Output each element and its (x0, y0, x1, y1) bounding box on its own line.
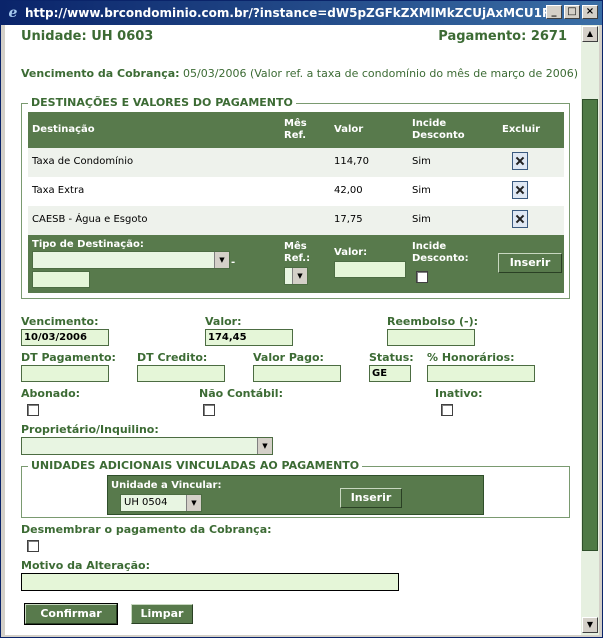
inativo-label: Inativo: (435, 387, 483, 400)
pagamento-title: Pagamento: 2671 (438, 29, 567, 44)
title-bar[interactable]: e http://www.brcondominio.com.br/?instan… (1, 1, 602, 25)
row-destinacao: Taxa de Condomínio (32, 156, 134, 167)
nao-contabil-checkbox[interactable] (203, 404, 215, 416)
incide-desconto-label: Incide Desconto: (412, 241, 469, 264)
dt-credito-label: DT Credito: (137, 351, 208, 364)
col-destinacao: Destinação (32, 124, 95, 135)
tipo-destinacao-label: Tipo de Destinação: (32, 239, 144, 250)
browser-icon: e (8, 5, 18, 21)
motivo-label: Motivo da Alteração: (21, 559, 150, 572)
table-row: Taxa de Condomínio 114,70 Sim (28, 148, 564, 177)
unidades-fieldset: UNIDADES ADICIONAIS VINCULADAS AO PAGAME… (21, 459, 570, 518)
dt-pagamento-label: DT Pagamento: (21, 351, 116, 364)
vincular-label: Unidade a Vincular: (111, 480, 222, 491)
col-valor: Valor (334, 124, 364, 135)
cobranca-text: 05/03/2006 (Valor ref. a taxa de condomí… (183, 67, 579, 80)
vincular-select[interactable]: UH 0504 ▼ (120, 494, 202, 512)
cobranca-info: Vencimento da Cobrança: 05/03/2006 (Valo… (21, 67, 578, 80)
mes-ref-label: Mês Ref.: (284, 241, 311, 264)
row-valor: 42,00 (334, 185, 363, 196)
vincular-box: Unidade a Vincular: UH 0504 ▼ Inserir (107, 475, 484, 515)
destinacoes-legend: DESTINAÇÕES E VALORES DO PAGAMENTO (28, 96, 296, 109)
row-incide: Sim (412, 214, 431, 225)
row-incide: Sim (412, 156, 431, 167)
row-valor: 17,75 (334, 214, 363, 225)
page-content: Unidade: UH 0603 Pagamento: 2671 Vencime… (5, 25, 581, 635)
delete-icon[interactable] (512, 210, 528, 228)
add-destinacao-bar: Tipo de Destinação: ▼ - Mês Ref.: ▼ Valo… (28, 235, 564, 293)
vertical-scrollbar[interactable]: ▲ ▼ (581, 25, 599, 635)
cobranca-label: Vencimento da Cobrança: (21, 67, 180, 80)
inativo-checkbox[interactable] (441, 404, 453, 416)
proprietario-label: Proprietário/Inquilino: (21, 423, 159, 436)
status-input[interactable]: GE (369, 365, 411, 382)
col-excluir: Excluir (502, 124, 541, 135)
vencimento-input[interactable]: 10/03/2006 (21, 329, 109, 346)
confirmar-button[interactable]: Confirmar (24, 603, 118, 625)
delete-icon[interactable] (512, 152, 528, 170)
table-header: Destinação Mês Ref. Valor Incide Descont… (28, 112, 564, 148)
valor-pago-input[interactable] (253, 365, 341, 382)
motivo-input[interactable] (21, 573, 399, 591)
col-mes-ref: Mês Ref. (284, 118, 307, 141)
status-label: Status: (369, 351, 414, 364)
minimize-button[interactable]: _ (546, 5, 562, 19)
tipo-destinacao-code-input[interactable] (32, 271, 90, 288)
inserir-destinacao-button[interactable]: Inserir (498, 253, 562, 273)
valor-total-label: Valor: (205, 315, 242, 328)
vincular-value: UH 0504 (124, 497, 168, 508)
desmembrar-label: Desmembrar o pagamento da Cobrança: (21, 523, 272, 536)
incide-desconto-checkbox[interactable] (416, 271, 428, 283)
abonado-label: Abonado: (21, 387, 81, 400)
reembolso-label: Reembolso (-): (387, 315, 479, 328)
valor-label: Valor: (334, 247, 368, 258)
honorarios-label: % Honorários: (427, 351, 515, 364)
chevron-down-icon: ▼ (214, 252, 229, 268)
proprietario-select[interactable]: ▼ (21, 437, 273, 455)
row-valor: 114,70 (334, 156, 369, 167)
nao-contabil-label: Não Contábil: (199, 387, 283, 400)
abonado-checkbox[interactable] (27, 404, 39, 416)
destinacoes-table: Destinação Mês Ref. Valor Incide Descont… (28, 112, 564, 293)
close-button[interactable]: × (582, 5, 598, 19)
unidade-title: Unidade: UH 0603 (21, 29, 154, 44)
destinacoes-fieldset: DESTINAÇÕES E VALORES DO PAGAMENTO Desti… (21, 96, 570, 299)
chevron-down-icon: ▼ (186, 495, 201, 511)
scroll-down-icon[interactable]: ▼ (582, 617, 598, 633)
dt-credito-input[interactable] (137, 365, 225, 382)
chevron-down-icon: ▼ (257, 438, 272, 454)
row-destinacao: Taxa Extra (32, 185, 85, 196)
dt-pagamento-input[interactable] (21, 365, 109, 382)
desmembrar-checkbox[interactable] (27, 540, 39, 552)
maximize-button[interactable]: □ (564, 5, 580, 19)
chevron-down-icon: ▼ (292, 268, 307, 284)
window-title: http://www.brcondominio.com.br/?instance… (25, 6, 555, 20)
honorarios-input[interactable] (427, 365, 535, 382)
table-row: CAESB - Água e Esgoto 17,75 Sim (28, 206, 564, 235)
col-incide: Incide Desconto (412, 118, 465, 141)
table-row: Taxa Extra 42,00 Sim (28, 177, 564, 206)
valor-total-input[interactable]: 174,45 (205, 329, 293, 346)
tipo-destinacao-select[interactable]: ▼ (32, 251, 230, 269)
dash-separator: - (231, 257, 236, 268)
row-incide: Sim (412, 185, 431, 196)
vencimento-label: Vencimento: (21, 315, 99, 328)
popup-window: e http://www.brcondominio.com.br/?instan… (0, 0, 603, 638)
valor-pago-label: Valor Pago: (253, 351, 324, 364)
delete-icon[interactable] (512, 181, 528, 199)
unidades-legend: UNIDADES ADICIONAIS VINCULADAS AO PAGAME… (28, 459, 363, 472)
mes-ref-select[interactable]: ▼ (284, 267, 308, 285)
scroll-thumb[interactable] (582, 99, 598, 551)
limpar-button[interactable]: Limpar (131, 604, 193, 624)
inserir-unidade-button[interactable]: Inserir (340, 488, 402, 508)
valor-input[interactable] (334, 261, 406, 278)
row-destinacao: CAESB - Água e Esgoto (32, 214, 148, 225)
reembolso-input[interactable] (387, 329, 475, 346)
scroll-up-icon[interactable]: ▲ (582, 26, 598, 42)
